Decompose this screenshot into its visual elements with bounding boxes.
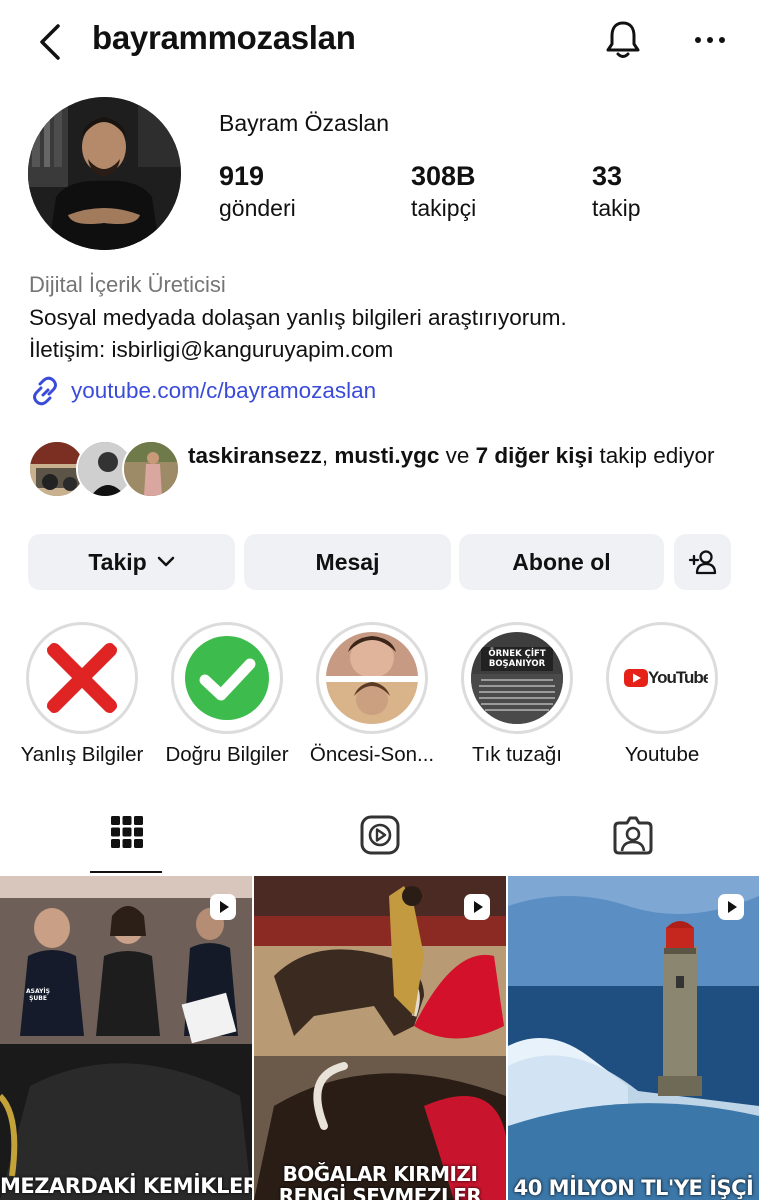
bio-line-2: İletişim: isbirligi@kanguruyapim.com [29,337,394,362]
grid-post[interactable]: ASAYİŞ ŞUBE MEZARDAKİ KEMİKLER [0,876,252,1200]
profile-display-name: Bayram Özaslan [219,110,390,136]
bio-line-1: Sosyal medyada dolaşan yanlış bilgileri … [29,305,567,330]
reels-icon [360,815,399,855]
suggested-users-button[interactable] [674,534,731,590]
highlight-overlay-text: ÖRNEK ÇİFT BOŞANIYOR [481,647,553,671]
mutual-sep: , [321,443,335,468]
post-caption: BOĞALAR KIRMIZI [282,1162,478,1186]
followers-count[interactable]: 308B takipçi [411,161,476,222]
mutual-connector: ve [439,443,476,468]
top-bar: bayrammozaslan [0,0,759,80]
reel-play-icon [718,894,744,920]
highlight-tik-tuzagi[interactable]: ÖRNEK ÇİFT BOŞANIYOR Tık tuzağı [459,622,575,772]
posts-count: 919 gönderi [219,161,296,222]
subscribe-button[interactable]: Abone ol [459,534,664,590]
highlight-ring: ÖRNEK ÇİFT BOŞANIYOR [461,622,573,734]
profile-avatar[interactable] [28,97,181,250]
news-text-lines [471,674,563,724]
highlight-cover: YouTube [616,632,708,724]
tagged-person-icon [613,816,652,855]
message-button[interactable]: Mesaj [244,534,451,590]
green-check-icon [181,632,273,724]
tab-posts-grid[interactable] [0,810,253,874]
asayis-badge: ASAYİŞ ŞUBE [26,988,50,1002]
profile-username: bayrammozaslan [92,19,356,56]
tab-tagged[interactable] [506,810,759,874]
highlight-dogru-bilgiler[interactable]: Doğru Bilgiler [165,622,289,772]
grid-post[interactable]: BOĞALAR KIRMIZI RENGİ SEVMEZLER [254,876,506,1200]
message-button-label: Mesaj [315,548,380,575]
more-options-icon[interactable] [690,28,730,52]
back-arrow-icon[interactable] [34,22,68,62]
highlight-ring [171,622,283,734]
following-count-label: takip [592,195,641,221]
followers-count-value: 308B [411,161,476,191]
following-count-value: 33 [592,161,623,191]
following-button[interactable]: Takip [28,534,235,590]
add-person-icon [688,550,716,575]
mutual-follower-1[interactable]: taskiransezz [188,443,322,468]
mutual-followers-avatars[interactable] [28,440,180,500]
following-count[interactable]: 33 takip [592,161,641,222]
mutual-followers-text[interactable]: taskiransezz, musti.ygc ve 7 diğer kişi … [188,440,728,472]
profile-link[interactable]: youtube.com/c/bayramozaslan [29,376,376,406]
highlight-cover [326,632,418,724]
highlight-cover [36,632,128,724]
highlight-youtube[interactable]: YouTube Youtube [604,622,720,772]
link-icon [33,376,57,406]
youtube-play-icon [624,669,648,687]
following-button-label: Takip [88,548,147,575]
mutual-suffix: takip ediyor [593,443,715,468]
before-after-photo [326,632,418,724]
bell-icon[interactable] [603,18,643,62]
active-tab-indicator [90,871,162,873]
profile-category: Dijital İçerik Üreticisi [29,272,226,297]
post-thumbnail [508,876,759,1200]
posts-count-value: 919 [219,161,265,191]
grid-post[interactable]: 40 MİLYON TL'YE İŞÇİ [508,876,759,1200]
profile-link-text[interactable]: youtube.com/c/bayramozaslan [71,378,376,404]
posts-count-label: gönderi [219,195,296,221]
grid-icon [110,816,143,848]
tab-reels[interactable] [253,810,506,874]
highlight-oncesi-sonrasi[interactable]: Öncesi-Son... [310,622,434,772]
highlight-ring [26,622,138,734]
highlight-label: Youtube [624,743,700,766]
highlight-cover: ÖRNEK ÇİFT BOŞANIYOR [471,632,563,724]
followers-count-label: takipçi [411,195,477,221]
post-caption: MEZARDAKİ KEMİKLER [0,1174,252,1198]
reel-play-icon [210,894,236,920]
highlight-ring [316,622,428,734]
highlight-ring: YouTube [606,622,718,734]
red-x-icon [36,632,128,724]
highlight-yanlis-bilgiler[interactable]: Yanlış Bilgiler [21,622,143,772]
mutual-others[interactable]: 7 diğer kişi [476,443,594,468]
subscribe-button-label: Abone ol [512,548,611,575]
post-caption-line-2: RENGİ SEVMEZLER [278,1184,482,1200]
post-thumbnail [0,876,252,1200]
post-caption: 40 MİLYON TL'YE İŞÇİ [513,1176,754,1200]
youtube-logo-text: YouTube [648,668,708,687]
post-thumbnail [254,876,506,1200]
chevron-down-icon [157,556,174,567]
mutual-follower-avatar [122,440,180,498]
highlight-cover [181,632,273,724]
reel-play-icon [464,894,490,920]
mutual-follower-2[interactable]: musti.ygc [334,443,439,468]
